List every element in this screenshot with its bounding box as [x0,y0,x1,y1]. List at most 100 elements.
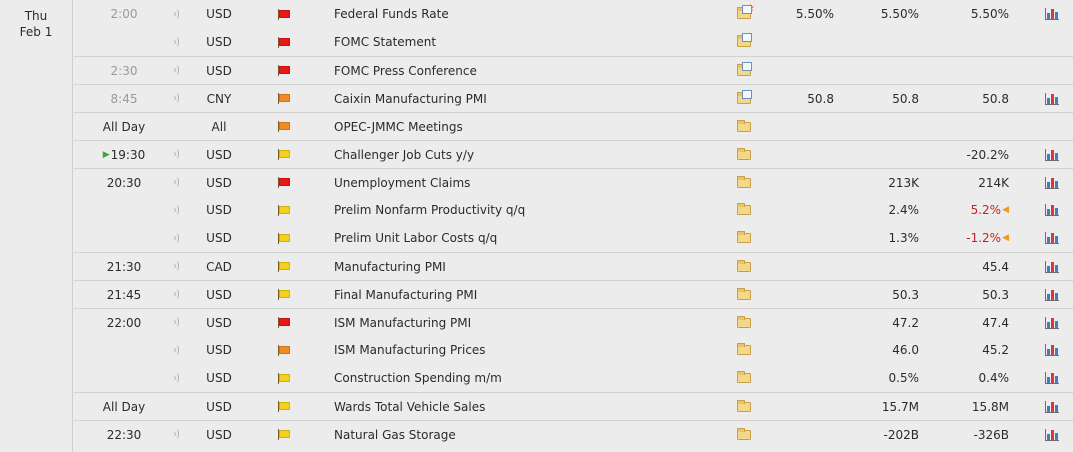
event-title[interactable]: Prelim Unit Labor Costs q/q [334,224,714,252]
event-detail-toggle[interactable] [734,57,754,84]
sound-alert-icon[interactable]: ›) [169,281,183,308]
previous-value [949,113,1009,140]
calendar-row[interactable]: 2:00 ›) USD Federal Funds Rate ★ 5.50% 5.50% 5.… [74,0,1073,28]
event-detail-toggle[interactable] [734,85,754,112]
calendar-row[interactable]: ›) USD Prelim Nonfarm Productivity q/q 2.4%… [74,196,1073,224]
sound-alert-icon[interactable]: ›) [169,196,183,224]
calendar-row[interactable]: 2:30 ›) USD FOMC Press Conference [74,56,1073,84]
event-detail-toggle[interactable] [734,281,754,308]
event-detail-toggle[interactable] [734,393,754,420]
chart-button[interactable] [1044,0,1060,28]
chart-button[interactable] [1044,169,1060,196]
previous-value-text: 47.4 [982,315,1009,330]
event-detail-toggle[interactable] [734,169,754,196]
event-detail-toggle[interactable] [734,336,754,364]
event-title[interactable]: Federal Funds Rate [334,0,714,28]
folder-icon [737,175,751,188]
bar-chart-icon [1045,232,1059,244]
event-detail-toggle[interactable]: ★ [734,0,755,28]
impact-flag [277,364,291,392]
chart-button[interactable] [1044,253,1060,280]
impact-flag [277,169,291,196]
chart-button[interactable] [1044,85,1060,112]
previous-value: 45.4 [949,253,1009,280]
event-time-text: All Day [102,399,146,414]
event-title[interactable]: ISM Manufacturing PMI [334,309,714,336]
chart-button[interactable] [1044,364,1060,392]
calendar-row[interactable]: ›) USD FOMC Statement [74,28,1073,56]
chart-button[interactable] [1044,281,1060,308]
event-detail-toggle[interactable] [734,141,754,168]
sound-alert-icon[interactable]: ›) [169,309,183,336]
chart-button[interactable] [1044,196,1060,224]
date-day: Thu [24,9,48,23]
event-detail-toggle[interactable] [734,113,754,140]
currency: USD [206,35,232,49]
calendar-row[interactable]: ›) USD Construction Spending m/m 0.5% 0.4% [74,364,1073,392]
event-detail-toggle[interactable] [734,253,754,280]
previous-value: 214K [949,169,1009,196]
event-title[interactable]: FOMC Statement [334,28,714,56]
actual-value [774,169,834,196]
calendar-row[interactable]: ▶ 19:30 ›) USD Challenger Job Cuts y/y -20.2% [74,140,1073,168]
sound-alert-icon[interactable]: ›) [169,169,183,196]
calendar-row[interactable]: 22:00 ›) USD ISM Manufacturing PMI 47.2 47.4 [74,308,1073,336]
event-detail-toggle[interactable] [734,224,754,252]
sound-alert-icon[interactable]: ›) [169,141,183,168]
chart-button[interactable] [1044,141,1060,168]
event-time: 8:45 [74,85,174,112]
event-title[interactable]: ISM Manufacturing Prices [334,336,714,364]
event-time-text: 2:00 [110,7,138,21]
currency: CAD [206,259,232,274]
calendar-row[interactable]: All Day USD Wards Total Vehicle Sales 15.7M… [74,392,1073,420]
sound-alert-icon[interactable]: ›) [169,364,183,392]
actual-value [774,281,834,308]
event-title[interactable]: Unemployment Claims [334,169,714,196]
event-title[interactable]: Prelim Nonfarm Productivity q/q [334,196,714,224]
previous-value-text: 5.50% [970,7,1009,21]
chart-button[interactable] [1044,309,1060,336]
event-title[interactable]: Natural Gas Storage [334,421,714,448]
sound-alert-icon[interactable]: ›) [169,224,183,252]
calendar-row[interactable]: 22:30 ›) USD Natural Gas Storage -202B -326B [74,420,1073,448]
event-detail-toggle[interactable] [734,421,754,448]
forecast-value [859,57,919,84]
sound-alert-icon[interactable]: ›) [169,336,183,364]
event-detail-toggle[interactable] [734,309,754,336]
calendar-row[interactable]: ›) USD ISM Manufacturing Prices 46.0 45.2 [74,336,1073,364]
event-title[interactable]: Construction Spending m/m [334,364,714,392]
currency: USD [206,427,232,442]
event-title[interactable]: Challenger Job Cuts y/y [334,141,714,168]
calendar-row[interactable]: 20:30 ›) USD Unemployment Claims 213K 214K [74,168,1073,196]
sound-alert-icon[interactable]: ›) [169,57,183,84]
chart-button[interactable] [1044,224,1060,252]
calendar-row[interactable]: All Day All OPEC-JMMC Meetings [74,112,1073,140]
calendar-row[interactable]: 21:45 ›) USD Final Manufacturing PMI 50.3 50.… [74,280,1073,308]
event-detail-toggle[interactable] [734,364,754,392]
folder-icon [737,371,751,383]
sound-alert-icon[interactable]: ›) [169,421,183,448]
calendar-row[interactable]: ›) USD Prelim Unit Labor Costs q/q 1.3% -1.2… [74,224,1073,252]
event-time-text: 21:45 [106,287,142,302]
event-title[interactable]: OPEC-JMMC Meetings [334,113,714,140]
actual-value [774,141,834,168]
event-title[interactable]: Final Manufacturing PMI [334,281,714,308]
chart-button[interactable] [1044,336,1060,364]
impact-flag [277,224,291,252]
sound-alert-icon[interactable]: ›) [169,28,183,56]
previous-value [949,28,1009,56]
calendar-row[interactable]: 21:30 ›) CAD Manufacturing PMI 45.4 [74,252,1073,280]
event-title[interactable]: Caixin Manufacturing PMI [334,85,714,112]
chart-button[interactable] [1044,393,1060,420]
actual-value [774,196,834,224]
event-title[interactable]: Manufacturing PMI [334,253,714,280]
event-detail-toggle[interactable] [734,196,754,224]
chart-button[interactable] [1044,421,1060,448]
calendar-row[interactable]: 8:45 ›) CNY Caixin Manufacturing PMI 50.8 50.… [74,84,1073,112]
sound-alert-icon[interactable]: ›) [169,253,183,280]
event-title[interactable]: Wards Total Vehicle Sales [334,393,714,420]
event-detail-toggle[interactable] [734,28,754,56]
sound-alert-icon[interactable]: ›) [169,85,183,112]
event-title[interactable]: FOMC Press Conference [334,57,714,84]
sound-alert-icon[interactable]: ›) [169,0,183,28]
